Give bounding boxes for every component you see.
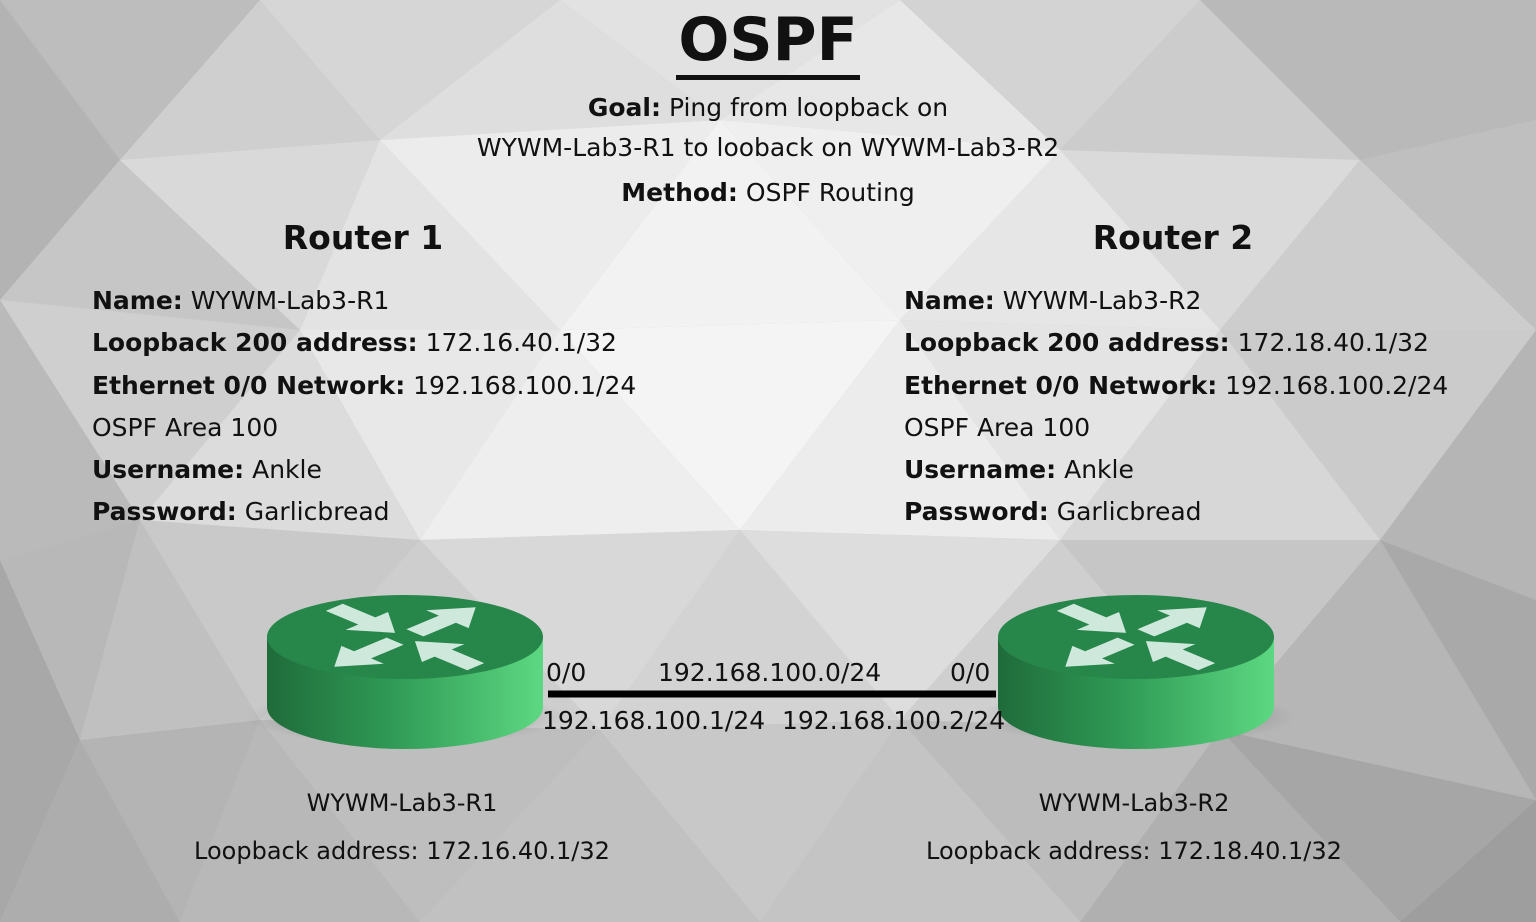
router-2-interface-ip: 192.168.100.2/24: [782, 706, 1006, 735]
router-2-caption-loopback: Loopback address: 172.18.40.1/32: [926, 837, 1342, 865]
network-diagram: [245, 595, 1296, 749]
router-2-caption-name: WYWM-Lab3-R2: [1038, 789, 1230, 817]
link-network: 192.168.100.0/24: [658, 658, 882, 687]
router-1-caption-loopback: Loopback address: 172.16.40.1/32: [194, 837, 610, 865]
router-1-interface-ip: 192.168.100.1/24: [542, 706, 766, 735]
router-2-interface: 0/0: [950, 658, 991, 687]
router-2-icon: [976, 595, 1296, 749]
ospf-lab-diagram: OSPF Goal: Ping from loopback on WYWM-La…: [0, 0, 1536, 922]
router-1-caption-name: WYWM-Lab3-R1: [306, 789, 498, 817]
router-1-interface: 0/0: [546, 658, 587, 687]
router-1-icon: [245, 595, 565, 749]
